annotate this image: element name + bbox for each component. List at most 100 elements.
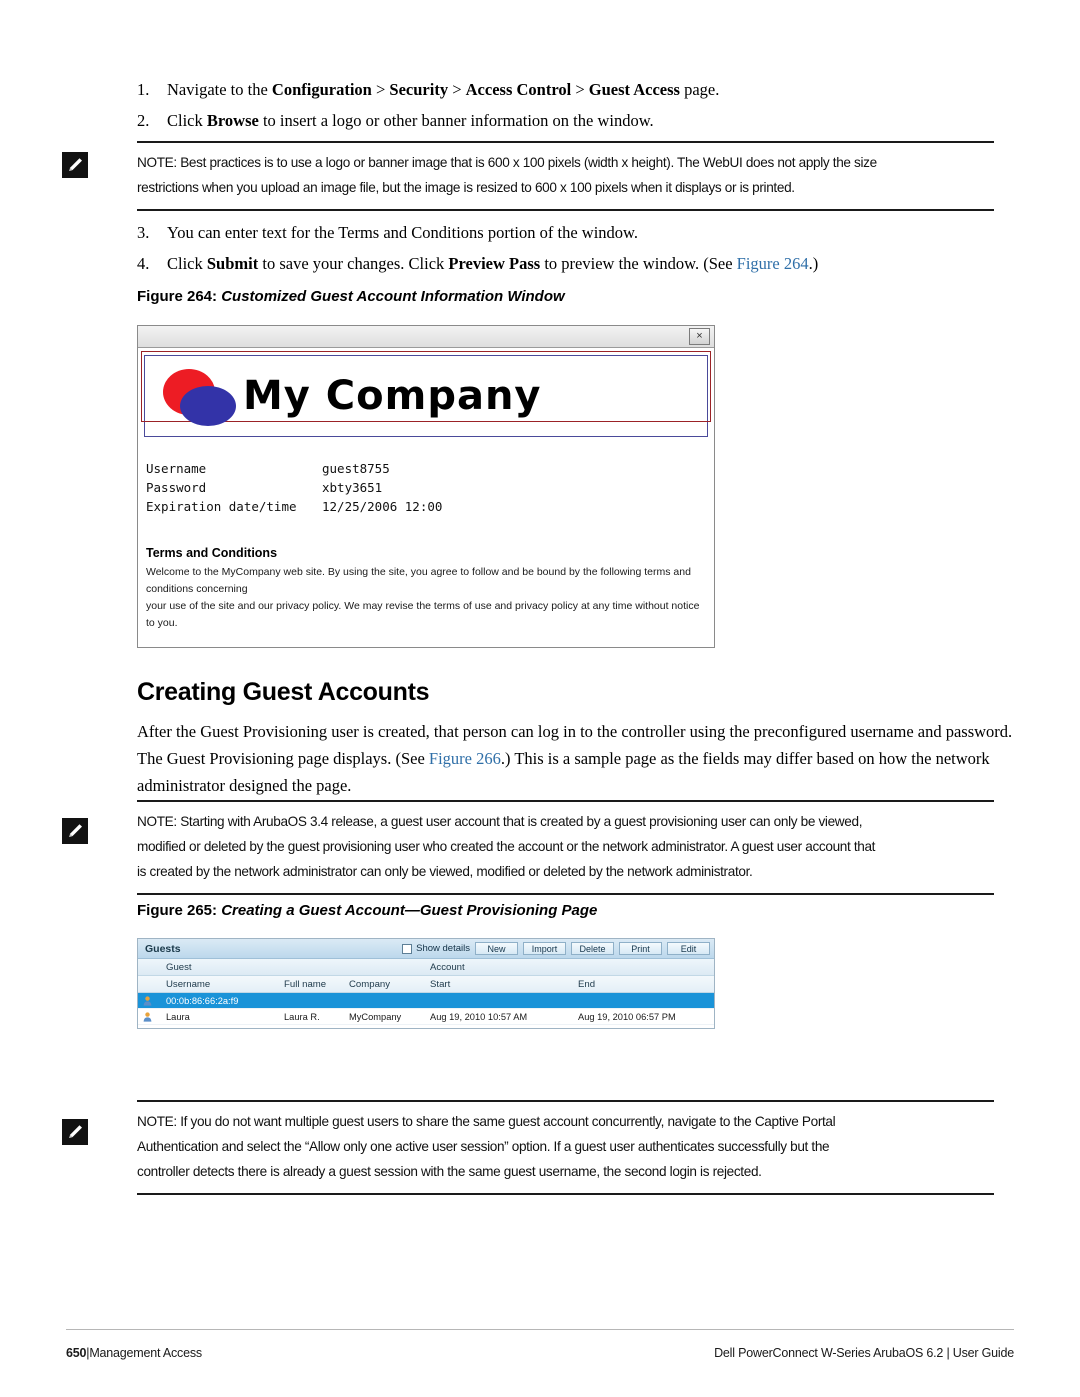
terms-line: Welcome to the MyCompany web site. By us… [146, 566, 691, 595]
step-text: Click Browse to insert a logo or other b… [167, 111, 654, 130]
import-button[interactable]: Import [523, 942, 566, 955]
step-number: 4. [137, 254, 150, 273]
print-button[interactable]: Print [619, 942, 662, 955]
figure-266-link[interactable]: Figure 266 [429, 749, 501, 768]
company-logo: My Company [159, 362, 701, 430]
cell-end: Aug 19, 2010 06:57 PM [578, 1011, 676, 1022]
user-icon [138, 995, 160, 1006]
note-pencil-icon [62, 1119, 88, 1145]
table-row[interactable]: 00:0b:86:66:2a:f9 [138, 993, 714, 1009]
step-number: 1. [137, 80, 150, 99]
document-page: 1. Navigate to the Configuration > Secur… [0, 0, 1080, 1397]
guests-panel-title: Guests [145, 942, 181, 955]
terms-heading: Terms and Conditions [146, 546, 278, 560]
cell-start: Aug 19, 2010 10:57 AM [430, 1011, 528, 1022]
credential-row: Expiration date/time 12/25/2006 12:00 [146, 497, 714, 516]
table-group-header-row: Guest Account [138, 959, 714, 976]
edit-button[interactable]: Edit [667, 942, 710, 955]
note-line: NOTE: If you do not want multiple guest … [137, 1114, 836, 1129]
step-item: 4. Click Submit to save your changes. Cl… [137, 250, 1017, 277]
cell-fullname: Holden C. [278, 1028, 343, 1029]
page-number: 650 [66, 1346, 87, 1360]
table-row[interactable]: Laura Laura R. MyCompany Aug 19, 2010 10… [138, 1009, 714, 1025]
figure-caption-title: Creating a Guest Account—Guest Provision… [221, 902, 598, 919]
logo-blue-ellipse [180, 386, 236, 426]
cell-username: guest-8187776 [160, 1028, 278, 1029]
note-line: modified or deleted by the guest provisi… [137, 839, 876, 854]
credential-row: Username guest8755 [146, 459, 714, 478]
show-details-checkbox[interactable]: Show details [402, 943, 470, 954]
column-fullname[interactable]: Full name [278, 979, 343, 990]
column-end[interactable]: End [572, 979, 714, 990]
figure-265-caption: Figure 265: Creating a Guest Account—Gue… [137, 902, 597, 919]
credential-label: Username [146, 461, 207, 476]
table-row[interactable]: guest-8187776 Holden C. Catcher Inc. Aug… [138, 1025, 714, 1029]
logo-text: My Company [243, 373, 542, 419]
cell-end: Aug 19, 2010 06:58 PM [572, 1028, 714, 1029]
credential-row: Password xbty3651 [146, 478, 714, 497]
credential-value: xbty3651 [322, 480, 383, 495]
terms-line: your use of the site and our privacy pol… [146, 600, 700, 629]
footer-right: Dell PowerConnect W-Series ArubaOS 6.2 |… [714, 1346, 1014, 1360]
terms-text: Welcome to the MyCompany web site. By us… [146, 564, 704, 632]
footer-section-title: Management Access [89, 1346, 202, 1360]
credential-label: Expiration date/time [146, 499, 297, 514]
new-button[interactable]: New [475, 942, 518, 955]
note-line: restrictions when you upload an image fi… [137, 180, 795, 195]
section-paragraph: After the Guest Provisioning user is cre… [137, 722, 1013, 795]
cell-start: Aug 19, 2010 10:58 AM [424, 1028, 572, 1029]
note-pencil-icon [62, 152, 88, 178]
column-company[interactable]: Company [343, 979, 424, 990]
steps-list-top: 1. Navigate to the Configuration > Secur… [137, 76, 1017, 138]
note-line: NOTE: Starting with ArubaOS 3.4 release,… [137, 814, 863, 829]
credentials-block: Username guest8755 Password xbty3651 Exp… [146, 459, 714, 516]
guest-account-window-screenshot: × My Company Username guest8755 Password… [137, 325, 715, 648]
note-line: Authentication and select the “Allow onl… [137, 1139, 830, 1154]
note-pencil-icon [62, 818, 88, 844]
step-item: 3. You can enter text for the Terms and … [137, 219, 1017, 246]
note-box-2: NOTE: Starting with ArubaOS 3.4 release,… [137, 800, 994, 895]
figure-caption-number: Figure 264: [137, 288, 218, 305]
step-text: Click Submit to save your changes. Click… [167, 254, 819, 273]
cell-username: Laura [166, 1011, 190, 1022]
group-header-account: Account [430, 961, 465, 973]
step-number: 2. [137, 111, 150, 130]
credential-value: 12/25/2006 12:00 [322, 499, 443, 514]
page-title: Creating Guest Accounts [137, 678, 430, 706]
step-number: 3. [137, 223, 150, 242]
note-box-3: NOTE: If you do not want multiple guest … [137, 1100, 994, 1195]
user-icon [138, 1011, 160, 1022]
logo-ellipses-icon [159, 365, 237, 427]
cell-username: 00:0b:86:66:2a:f9 [166, 995, 239, 1006]
guest-provisioning-table-screenshot: Guests Show details New Import Delete Pr… [137, 938, 715, 1029]
cell-company: Catcher Inc. [343, 1028, 424, 1029]
note-line: is created by the network administrator … [137, 864, 753, 879]
toolbar-actions: Show details New Import Delete Print Edi… [402, 942, 710, 955]
credential-label: Password [146, 480, 207, 495]
delete-button[interactable]: Delete [571, 942, 614, 955]
guests-toolbar: Guests Show details New Import Delete Pr… [138, 939, 714, 959]
steps-list-bottom: 3. You can enter text for the Terms and … [137, 219, 1017, 281]
step-item: 1. Navigate to the Configuration > Secur… [137, 76, 1017, 103]
table-column-header-row: Username Full name Company Start End [138, 976, 714, 993]
checkbox-icon[interactable] [402, 943, 413, 954]
step-text: Navigate to the Configuration > Security… [167, 80, 720, 99]
user-icon [138, 1027, 160, 1028]
note-line: NOTE: Best practices is to use a logo or… [137, 155, 877, 170]
figure-264-link[interactable]: Figure 264 [737, 254, 809, 273]
footer-left: 650|Management Access [66, 1346, 202, 1360]
banner-frame: My Company [141, 351, 711, 437]
column-username[interactable]: Username [160, 979, 278, 990]
cell-fullname: Laura R. [284, 1011, 320, 1022]
close-icon[interactable]: × [689, 328, 710, 345]
credential-value: guest8755 [322, 461, 390, 476]
figure-caption-title: Customized Guest Account Information Win… [221, 288, 565, 305]
footer-divider [66, 1329, 1014, 1330]
step-item: 2. Click Browse to insert a logo or othe… [137, 107, 1017, 134]
step-text: You can enter text for the Terms and Con… [167, 223, 639, 242]
cell-company: MyCompany [349, 1011, 402, 1022]
note-box-1: NOTE: Best practices is to use a logo or… [137, 141, 994, 211]
show-details-label: Show details [416, 943, 470, 954]
figure-caption-number: Figure 265: [137, 902, 218, 919]
column-start[interactable]: Start [424, 979, 572, 990]
